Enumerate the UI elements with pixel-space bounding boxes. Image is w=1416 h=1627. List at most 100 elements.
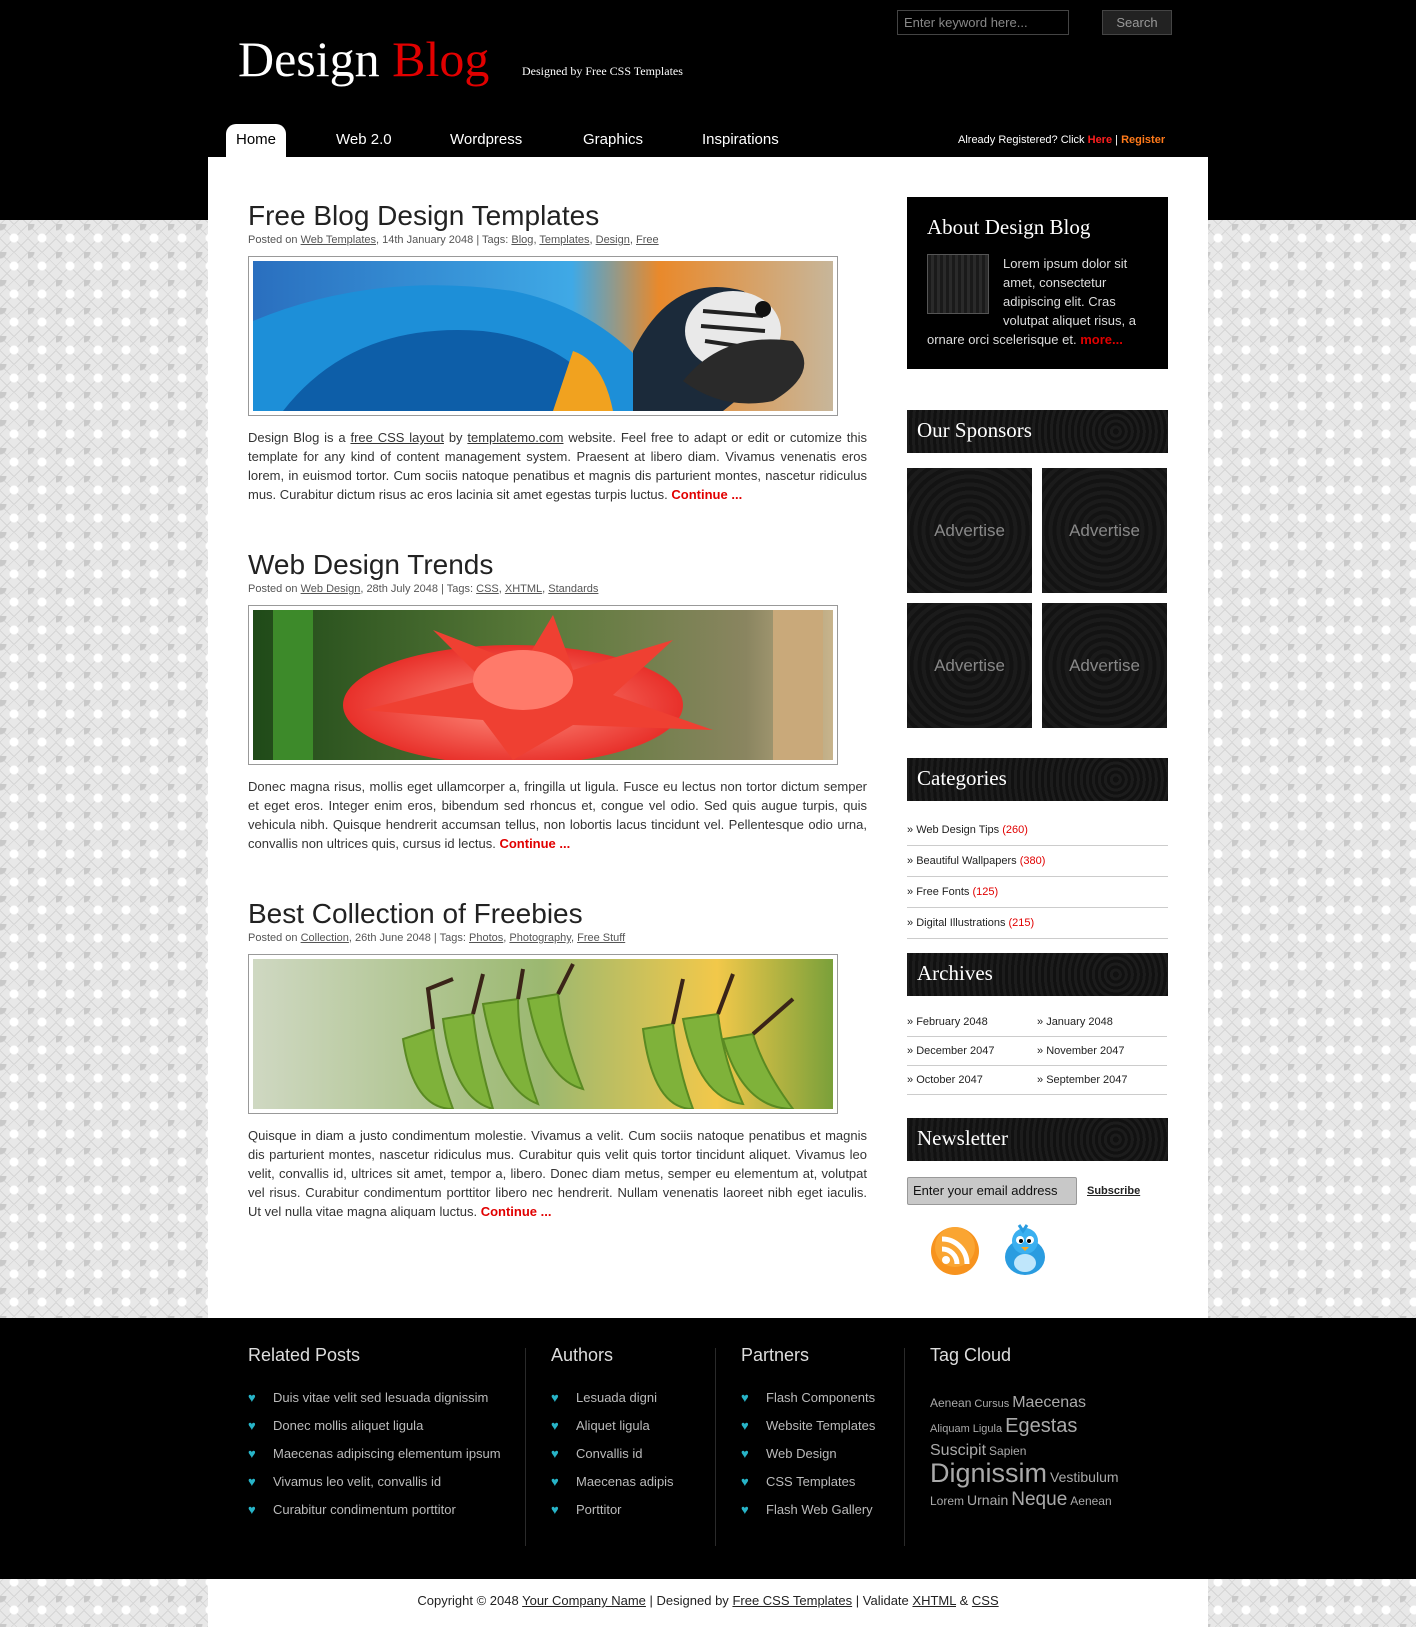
tag-link[interactable]: XHTML	[505, 583, 542, 595]
templatemo-link[interactable]: templatemo.com	[467, 430, 563, 445]
footer-link[interactable]: ♥ Maecenas adipis	[551, 1474, 711, 1502]
post-title[interactable]: Web Design Trends	[248, 549, 867, 581]
css-link[interactable]: CSS	[972, 1593, 999, 1608]
footer-link-label: Maecenas adipiscing elementum ipsum	[273, 1446, 501, 1461]
footer-link[interactable]: ♥ Aliquet ligula	[551, 1418, 711, 1446]
rss-icon[interactable]	[929, 1225, 981, 1277]
tag[interactable]: Aenean	[930, 1396, 971, 1410]
advertise-slot[interactable]: Advertise	[907, 603, 1032, 728]
tag[interactable]: Sapien	[989, 1444, 1026, 1458]
archive-link[interactable]: » October 2047	[907, 1066, 1037, 1095]
footer-link[interactable]: ♥ Flash Components	[741, 1390, 911, 1418]
continue-link[interactable]: Continue ...	[671, 487, 742, 502]
footer-link[interactable]: ♥ Website Templates	[741, 1418, 911, 1446]
footer-link[interactable]: ♥ Convallis id	[551, 1446, 711, 1474]
tag-link[interactable]: Free	[636, 234, 659, 246]
tag[interactable]: Aenean	[1070, 1494, 1111, 1508]
continue-link[interactable]: Continue ...	[499, 836, 570, 851]
bullet: »	[907, 824, 914, 836]
tag-link[interactable]: Templates	[539, 234, 589, 246]
post-title[interactable]: Free Blog Design Templates	[248, 200, 867, 232]
about-more-link[interactable]: more...	[1080, 332, 1123, 347]
tag[interactable]: Suscipit	[930, 1442, 986, 1459]
free-css-templates-link[interactable]: Free CSS Templates	[732, 1593, 852, 1608]
post-excerpt: Design Blog is a free CSS layout by temp…	[248, 428, 867, 504]
subscribe-button[interactable]: Subscribe	[1087, 1177, 1140, 1205]
site-logo[interactable]: Design Blog	[238, 30, 489, 88]
post-category[interactable]: Web Design	[301, 583, 361, 595]
bullet: »	[907, 855, 914, 867]
nav-web20[interactable]: Web 2.0	[336, 124, 392, 157]
tag[interactable]: Neque	[1011, 1489, 1067, 1510]
newsletter-section: Newsletter Enter your email address Subs…	[907, 1118, 1168, 1291]
continue-link[interactable]: Continue ...	[481, 1204, 552, 1219]
heart-icon: ♥	[248, 1390, 256, 1405]
footer-link[interactable]: ♥ Web Design	[741, 1446, 911, 1474]
archive-link[interactable]: » February 2048	[907, 1008, 1037, 1037]
tag[interactable]: Vestibulum	[1050, 1469, 1118, 1485]
excerpt-text: Quisque in diam a justo condimentum mole…	[248, 1128, 867, 1219]
twitter-bird-icon[interactable]	[999, 1223, 1051, 1279]
sponsors-title: Our Sponsors	[907, 410, 1168, 453]
tag-link[interactable]: Photos	[469, 932, 503, 944]
category-name: Beautiful Wallpapers	[916, 855, 1017, 867]
tag-link[interactable]: Free Stuff	[577, 932, 625, 944]
footer-link[interactable]: ♥ Vivamus leo velit, convallis id	[248, 1474, 508, 1502]
nav-home[interactable]: Home	[226, 124, 287, 157]
footer-link[interactable]: ♥ Duis vitae velit sed lesuada dignissim	[248, 1390, 508, 1418]
advertise-slot[interactable]: Advertise	[1042, 468, 1167, 593]
tag[interactable]: Ligula	[973, 1423, 1002, 1435]
tag[interactable]: Aliquam	[930, 1423, 970, 1435]
footer-link[interactable]: ♥ Porttitor	[551, 1502, 711, 1530]
css-layout-link[interactable]: free CSS layout	[350, 430, 444, 445]
heart-icon: ♥	[741, 1446, 749, 1461]
company-link[interactable]: Your Company Name	[522, 1593, 646, 1608]
category-item[interactable]: » Web Design Tips (260)	[907, 815, 1168, 846]
post-excerpt: Donec magna risus, mollis eget ullamcorp…	[248, 777, 867, 853]
here-link[interactable]: Here	[1088, 134, 1112, 146]
footer-link[interactable]: ♥ Lesuada digni	[551, 1390, 711, 1418]
archives-title: Archives	[907, 953, 1168, 996]
footer-link[interactable]: ♥ Flash Web Gallery	[741, 1502, 911, 1530]
category-item[interactable]: » Beautiful Wallpapers (380)	[907, 846, 1168, 877]
advertise-slot[interactable]: Advertise	[907, 468, 1032, 593]
tag-link[interactable]: Blog	[511, 234, 533, 246]
banana-image	[253, 959, 833, 1111]
xhtml-link[interactable]: XHTML	[912, 1593, 956, 1608]
site-tagline: Designed by Free CSS Templates	[522, 64, 683, 78]
tag[interactable]: Lorem	[930, 1494, 964, 1508]
footer-link[interactable]: ♥ CSS Templates	[741, 1474, 911, 1502]
archive-link[interactable]: » September 2047	[1037, 1066, 1167, 1095]
search-button[interactable]: Search	[1102, 10, 1172, 35]
archive-link[interactable]: » November 2047	[1037, 1037, 1167, 1066]
nav-graphics[interactable]: Graphics	[583, 124, 643, 157]
footer-link-label: Web Design	[766, 1446, 837, 1461]
tag[interactable]: Dignissim	[930, 1458, 1047, 1488]
post-category[interactable]: Web Templates	[301, 234, 376, 246]
email-field[interactable]: Enter your email address	[907, 1177, 1077, 1205]
footer-heading: Related Posts	[248, 1345, 361, 1365]
register-link[interactable]: Register	[1121, 134, 1165, 146]
tag-link[interactable]: CSS	[476, 583, 499, 595]
category-item[interactable]: » Free Fonts (125)	[907, 877, 1168, 908]
tag[interactable]: Maecenas	[1012, 1394, 1086, 1411]
nav-inspirations[interactable]: Inspirations	[702, 124, 779, 157]
advertise-slot[interactable]: Advertise	[1042, 603, 1167, 728]
footer-link[interactable]: ♥ Maecenas adipiscing elementum ipsum	[248, 1446, 508, 1474]
footer-link[interactable]: ♥ Curabitur condimentum porttitor	[248, 1502, 508, 1530]
nav-wordpress[interactable]: Wordpress	[450, 124, 522, 157]
tag-link[interactable]: Photography	[509, 932, 571, 944]
footer-link[interactable]: ♥ Donec mollis aliquet ligula	[248, 1418, 508, 1446]
archive-link[interactable]: » December 2047	[907, 1037, 1037, 1066]
post-category[interactable]: Collection	[301, 932, 349, 944]
tag-link[interactable]: Standards	[548, 583, 598, 595]
category-item[interactable]: » Digital Illustrations (215)	[907, 908, 1168, 939]
tag[interactable]: Egestas	[1005, 1415, 1077, 1437]
post-title[interactable]: Best Collection of Freebies	[248, 898, 867, 930]
search-input[interactable]: Enter keyword here...	[897, 10, 1069, 35]
archive-link[interactable]: » January 2048	[1037, 1008, 1167, 1037]
tag[interactable]: Urnain	[967, 1492, 1008, 1508]
tag-link[interactable]: Design	[596, 234, 630, 246]
tag[interactable]: Cursus	[974, 1398, 1009, 1410]
footer-link-label: Curabitur condimentum porttitor	[273, 1502, 456, 1517]
